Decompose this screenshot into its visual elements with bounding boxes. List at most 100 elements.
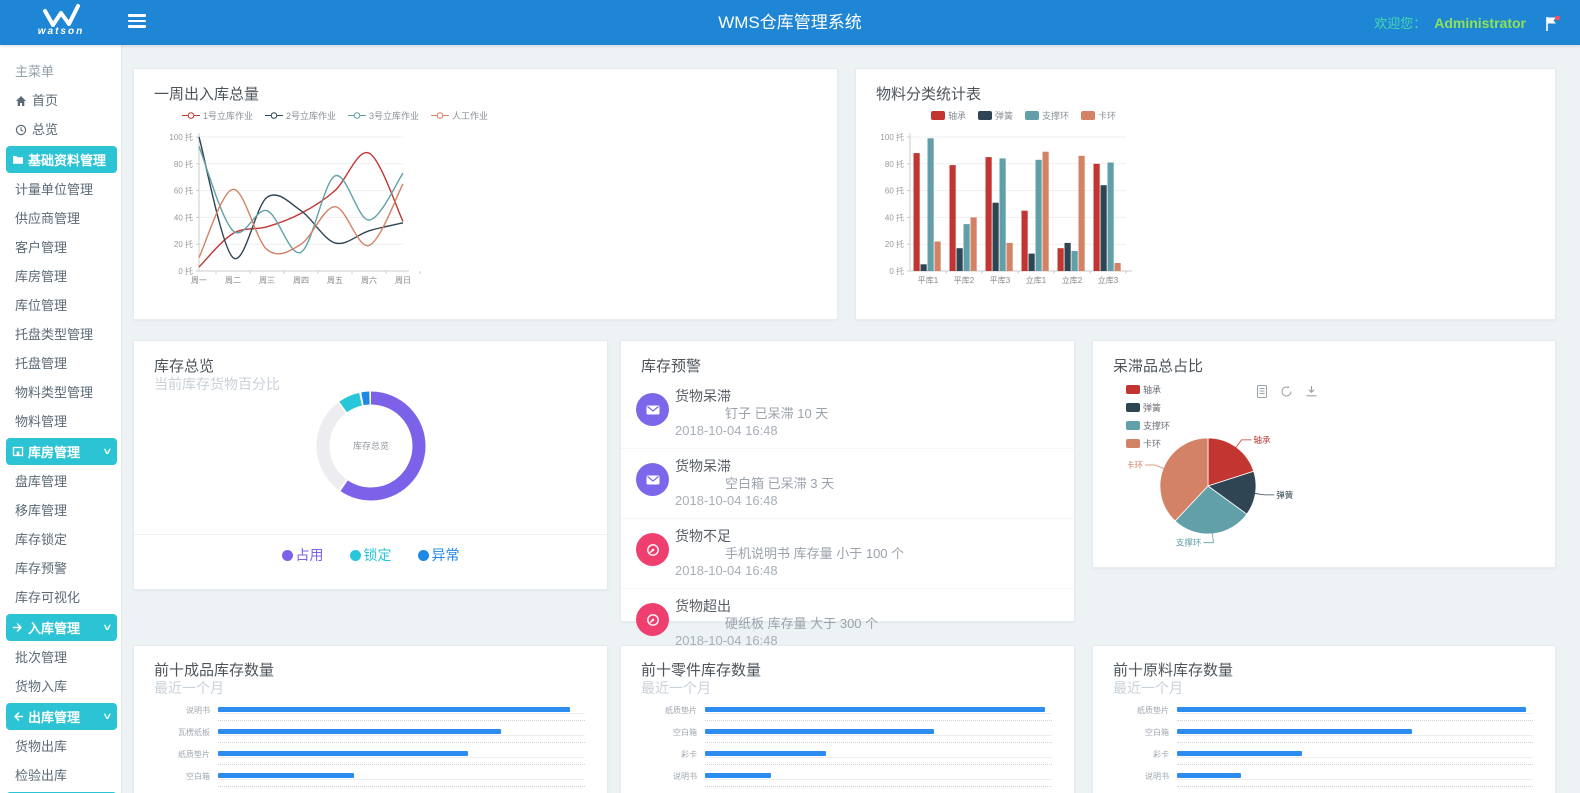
hbar-row: 空白箱 [1113, 726, 1555, 748]
legend-item-轴承[interactable]: 轴承 [931, 109, 966, 122]
sidebar-item-6[interactable]: 库房管理 [0, 262, 121, 291]
sidebar-item-16[interactable]: 库存预警 [0, 554, 121, 583]
legend-swatch [1126, 385, 1140, 394]
hbar-row: 说明书 [1113, 770, 1555, 792]
hbar-bar[interactable] [218, 751, 468, 756]
legend-dot [282, 550, 293, 561]
sidebar-item-3[interactable]: 计量单位管理 [0, 175, 121, 204]
legend-item-3号立库作业[interactable]: 3号立库作业 [348, 109, 419, 122]
sidebar-item-1[interactable]: 总览 [0, 115, 121, 144]
card-title: 物料分类统计表 [876, 83, 981, 104]
legend-item-1号立库作业[interactable]: 1号立库作业 [182, 109, 253, 122]
sidebar-item-20[interactable]: 货物入库 [0, 672, 121, 701]
sidebar-item-18[interactable]: 入库管理∨ [6, 614, 117, 641]
legend-item-弹簧[interactable]: 弹簧 [1126, 401, 1170, 414]
hbar-track [705, 748, 1052, 770]
hbar-axis-line [1177, 779, 1533, 780]
svg-text:平库3: 平库3 [990, 275, 1011, 285]
sidebar-item-19[interactable]: 批次管理 [0, 643, 121, 672]
svg-text:100 托: 100 托 [169, 132, 193, 142]
flag-icon[interactable] [1544, 15, 1560, 31]
sidebar-item-13[interactable]: 盘库管理 [0, 467, 121, 496]
sidebar-item-label: 检验出库 [15, 761, 67, 790]
hbar-bar[interactable] [1177, 773, 1241, 778]
parts-hbar-chart[interactable]: 纸质垫片空白箱彩卡说明书 [641, 704, 1074, 792]
svg-text:60 托: 60 托 [174, 186, 193, 196]
hbar-bar[interactable] [1177, 707, 1526, 712]
sidebar-item-10[interactable]: 物料类型管理 [0, 378, 121, 407]
sidebar-item-4[interactable]: 供应商管理 [0, 204, 121, 233]
warning-item[interactable]: 货物不足手机说明书 库存量 小于 100 个2018-10-04 16:48 [621, 519, 1074, 589]
hbar-row: 彩卡 [641, 748, 1074, 770]
stagnant-pie-chart[interactable]: 轴承弹簧支撑环卡环 [1128, 421, 1398, 571]
hbar-row-label: 纸质垫片 [641, 705, 697, 716]
sidebar-item-17[interactable]: 库存可视化 [0, 583, 121, 612]
svg-text:周六: 周六 [361, 275, 377, 285]
sidebar-item-label: 盘库管理 [15, 467, 67, 496]
warning-list: 货物呆滞钉子 已呆滞 10 天2018-10-04 16:48货物呆滞空白箱 已… [621, 379, 1074, 658]
hbar-row: 空白箱 [641, 726, 1074, 748]
username[interactable]: Administrator [1434, 15, 1526, 31]
sidebar-item-15[interactable]: 库存锁定 [0, 525, 121, 554]
sidebar-item-label: 总览 [32, 115, 58, 144]
warning-item[interactable]: 货物呆滞钉子 已呆滞 10 天2018-10-04 16:48 [621, 379, 1074, 449]
folder-icon [12, 154, 24, 165]
svg-text:0 托: 0 托 [178, 266, 193, 276]
card-title: 一周出入库总量 [154, 83, 259, 104]
home-icon [15, 95, 27, 107]
hbar-bar[interactable] [218, 707, 570, 712]
hbar-bar[interactable] [1177, 751, 1302, 756]
sidebar-item-14[interactable]: 移库管理 [0, 496, 121, 525]
sidebar-item-label: 物料管理 [15, 407, 67, 436]
legend-item-轴承[interactable]: 轴承 [1126, 383, 1170, 396]
download-icon[interactable] [1305, 385, 1318, 398]
material-bar-chart[interactable]: 0 托20 托40 托60 托80 托100 托平库1平库2平库3立库1立库2立… [871, 125, 1291, 320]
hbar-track [1177, 726, 1533, 748]
sidebar-item-22[interactable]: 货物出库 [0, 732, 121, 761]
sidebar-item-8[interactable]: 托盘类型管理 [0, 320, 121, 349]
legend-item-异常[interactable]: 异常 [418, 545, 460, 565]
hbar-split-line [1177, 720, 1533, 721]
legend-item-支撑环[interactable]: 支撑环 [1025, 109, 1069, 122]
sidebar-item-12[interactable]: 库房管理∨ [6, 438, 117, 465]
warning-item[interactable]: 货物呆滞空白箱 已呆滞 3 天2018-10-04 16:48 [621, 449, 1074, 519]
weekly-line-chart[interactable]: 0 托20 托40 托60 托80 托100 托周一周二周三周四周五周六周日 [149, 125, 569, 320]
hbar-bar[interactable] [705, 707, 1045, 712]
raw-materials-hbar-chart[interactable]: 纸质垫片空白箱彩卡说明书 [1113, 704, 1555, 792]
hbar-row-label: 空白箱 [641, 727, 697, 738]
hbar-bar[interactable] [705, 751, 826, 756]
sidebar-item-23[interactable]: 检验出库 [0, 761, 121, 790]
hbar-bar[interactable] [218, 773, 354, 778]
svg-text:100 托: 100 托 [880, 132, 904, 142]
sidebar-item-label: 托盘管理 [15, 349, 67, 378]
hbar-split-line [705, 764, 1052, 765]
legend-item-锁定[interactable]: 锁定 [350, 545, 392, 565]
line-marker-icon [348, 111, 366, 120]
restore-icon[interactable] [1280, 385, 1293, 398]
legend-item-占用[interactable]: 占用 [282, 545, 324, 565]
sidebar-item-2[interactable]: 基础资料管理 [6, 146, 117, 173]
hbar-bar[interactable] [1177, 729, 1412, 734]
legend-swatch [931, 111, 945, 120]
sidebar-item-9[interactable]: 托盘管理 [0, 349, 121, 378]
card-subtitle: 当前库存货物百分比 [154, 374, 280, 394]
inventory-donut-chart[interactable]: 库存总览 [296, 371, 446, 526]
welcome-label: 欢迎您： [1374, 13, 1426, 32]
legend-item-卡环[interactable]: 卡环 [1081, 109, 1116, 122]
sidebar-item-5[interactable]: 客户管理 [0, 233, 121, 262]
sidebar-item-11[interactable]: 物料管理 [0, 407, 121, 436]
finished-goods-hbar-chart[interactable]: 说明书瓦楞纸板纸质垫片空白箱 [154, 704, 607, 792]
hbar-bar[interactable] [705, 729, 934, 734]
svg-text:轴承: 轴承 [1254, 435, 1272, 445]
sidebar-item-label: 库存可视化 [15, 583, 80, 612]
sidebar-item-0[interactable]: 首页 [0, 86, 121, 115]
hbar-bar[interactable] [218, 729, 501, 734]
legend-item-人工作业[interactable]: 人工作业 [431, 109, 488, 122]
sidebar-item-7[interactable]: 库位管理 [0, 291, 121, 320]
data-view-icon[interactable] [1256, 385, 1268, 398]
sidebar-item-21[interactable]: 出库管理∨ [6, 703, 117, 730]
speedometer-icon [636, 603, 669, 636]
legend-item-2号立库作业[interactable]: 2号立库作业 [265, 109, 336, 122]
hbar-bar[interactable] [705, 773, 771, 778]
legend-item-弹簧[interactable]: 弹簧 [978, 109, 1013, 122]
